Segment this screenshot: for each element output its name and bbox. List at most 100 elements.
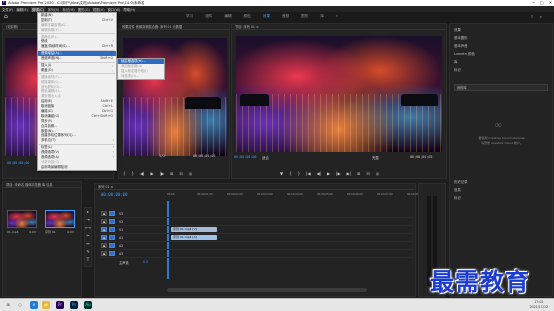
menu-view[interactable]: 视图(V) (93, 7, 105, 12)
panel-effects[interactable]: 效果 (454, 26, 475, 34)
panel-markers-bottom[interactable]: 标记 (454, 194, 468, 202)
clip-menu-item[interactable]: 速度/持续时间(S)... Ctrl+R (38, 44, 116, 49)
razor-icon[interactable]: ✂ (85, 232, 91, 240)
home-icon[interactable]: ⌂ (4, 14, 10, 20)
ws-more[interactable]: » (336, 14, 338, 19)
prog-step-back-icon[interactable]: ◀| (317, 171, 321, 176)
menu-help[interactable]: 帮助(H) (123, 7, 135, 12)
lift-icon[interactable]: ⊞ (357, 171, 360, 176)
submenu-field-options[interactable]: 场选项(O)... (118, 74, 164, 79)
prog-export-frame-icon[interactable]: ◎ (376, 171, 380, 176)
panel-history[interactable]: 历史记录 (454, 178, 468, 186)
go-to-out-icon[interactable]: ▶| (347, 171, 351, 176)
track-select-icon[interactable]: ⇥ (85, 216, 91, 224)
a1-target[interactable]: ▪ (101, 235, 107, 240)
program-quality[interactable]: 完整 (372, 155, 379, 160)
clip-menu-item[interactable]: 编辑剪辑(Y)... (38, 28, 116, 33)
clip-thumbnail-2[interactable] (45, 210, 75, 228)
master-volume[interactable]: 0.0 (143, 260, 148, 264)
step-forward-icon[interactable]: |▶ (160, 171, 164, 176)
menu-file[interactable]: 文件(F) (2, 7, 13, 12)
ws-tab-libraries[interactable]: 库 (320, 14, 324, 19)
ripple-edit-icon[interactable]: ⟷ (85, 224, 91, 232)
v2-sync[interactable] (109, 219, 115, 224)
prog-mark-in-icon[interactable]: { (289, 171, 292, 176)
ws-tab-effects[interactable]: 效果 (263, 14, 270, 19)
program-fit[interactable]: 适合 (262, 155, 269, 160)
v1-target[interactable]: ▪ (101, 227, 107, 232)
photoshop-taskbar-icon[interactable]: Ps (70, 301, 78, 309)
start-button-icon[interactable]: ⊞ (4, 301, 12, 309)
ws-tab-color[interactable]: 颜色 (244, 14, 251, 19)
program-timecode[interactable]: 00;00;00;00 (234, 155, 256, 159)
search-taskbar-icon[interactable]: ○ (16, 301, 24, 309)
timeline-zoom-scrollbar[interactable] (167, 288, 367, 292)
a2-sync[interactable] (109, 243, 115, 248)
clip-menu-item-label: 链接媒体(L)... (41, 79, 62, 84)
clip-thumbnail-1[interactable] (7, 210, 37, 228)
panel-essential-graphics[interactable]: 基本图形 (454, 34, 475, 42)
prog-mark-out-icon[interactable]: } (298, 171, 301, 176)
panel-essential-sound[interactable]: 基本声音 (454, 42, 475, 50)
marker-icon[interactable]: ▼ (280, 171, 283, 176)
v3-target[interactable]: ▪ (101, 211, 107, 216)
share-icon[interactable]: ⇪ (530, 14, 533, 19)
ws-tab-learn[interactable]: 学习 (186, 14, 193, 19)
edge-browser-icon[interactable]: e (30, 301, 38, 309)
insert-icon[interactable]: ⊞ (170, 171, 173, 176)
mark-out-icon[interactable]: } (132, 171, 135, 176)
panel-lumetri[interactable]: Lumetri 颜色 (454, 50, 475, 58)
libraries-dropdown[interactable]: 我的库 (454, 84, 548, 91)
menu-clip[interactable]: 剪辑(C) (30, 6, 45, 12)
menu-sequence[interactable]: 序列(S) (48, 7, 60, 12)
clip-menu-item[interactable]: 启用场景编辑检测 (38, 165, 116, 170)
go-to-in-icon[interactable]: |◀ (306, 171, 310, 176)
source-timecode[interactable]: 00;00;00;00 (7, 161, 29, 165)
timeline-ruler[interactable]: 00;00 00;00;01;00 00;00;02;00 00;00;03;00 00… (167, 193, 423, 199)
a3-sync[interactable] (109, 251, 115, 256)
mark-in-icon[interactable]: { (123, 171, 126, 176)
audio-clip[interactable]: 序列 01.mp4 [A] (171, 235, 217, 240)
ws-tab-graphics[interactable]: 图形 (301, 14, 308, 19)
premiere-taskbar-icon[interactable]: Pr (56, 301, 64, 309)
pen-tool-icon[interactable]: ✎ (85, 248, 91, 256)
step-back-icon[interactable]: ◀| (140, 171, 144, 176)
a1-sync[interactable] (109, 235, 115, 240)
panel-info[interactable]: 信息 (454, 186, 468, 194)
clip-menu-item-label: 取消链接 (41, 104, 55, 109)
export-frame-icon[interactable]: ◎ (189, 171, 193, 176)
v3-sync[interactable] (109, 211, 115, 216)
menu-graphics[interactable]: 图形(G) (78, 7, 90, 12)
taskbar-clock[interactable]: 17:02 2021/11/12 (530, 300, 548, 310)
video-clip[interactable]: 序列 01.mp4 [V] (171, 227, 217, 232)
panel-markers[interactable]: 标记 (454, 66, 475, 74)
middle-fit[interactable]: 1/2 (159, 154, 165, 158)
overwrite-icon[interactable]: ⊟ (179, 171, 182, 176)
file-explorer-icon[interactable]: 📁 (42, 301, 50, 309)
ws-tab-audio[interactable]: 音频 (282, 14, 289, 19)
play-icon[interactable]: ▶ (151, 171, 154, 176)
prog-step-forward-icon[interactable]: |▶ (336, 171, 340, 176)
search-icon[interactable]: ⌕ (540, 14, 542, 19)
audition-taskbar-icon[interactable]: Au (84, 301, 92, 309)
slip-tool-icon[interactable]: ↔ (85, 240, 91, 248)
a2-target[interactable]: ▪ (101, 243, 107, 248)
menu-window[interactable]: 窗口(W) (108, 7, 121, 12)
panel-libraries[interactable]: 库 (454, 58, 475, 66)
v1-sync[interactable] (109, 227, 115, 232)
v2-target[interactable]: ▪ (101, 219, 107, 224)
type-tool-icon[interactable]: T (85, 256, 91, 264)
clip-menu-item[interactable]: 覆盖(O). (38, 68, 116, 73)
clip-menu-item[interactable]: 音频声道(N)... Shift+G (38, 56, 116, 61)
ws-tab-assembly[interactable]: 组件 (205, 14, 212, 19)
selection-tool-icon[interactable]: ▸ (85, 208, 91, 216)
clip-menu-item[interactable]: 多机位(T) › (38, 138, 116, 143)
a3-target[interactable]: ▪ (101, 251, 107, 256)
right-panel: 效果 基本图形 基本声音 Lumetri 颜色 库 标记 我的库 ∞ 要使用 C… (449, 23, 553, 297)
timeline-timecode[interactable]: 00;00;00;00 (101, 192, 128, 197)
ws-tab-editing[interactable]: 编辑 (224, 14, 231, 19)
menu-marker[interactable]: 标记(M) (62, 7, 74, 12)
menu-edit[interactable]: 编辑(E) (16, 7, 28, 12)
extract-icon[interactable]: ⊟ (366, 171, 369, 176)
prog-play-icon[interactable]: ▶ (327, 171, 330, 176)
